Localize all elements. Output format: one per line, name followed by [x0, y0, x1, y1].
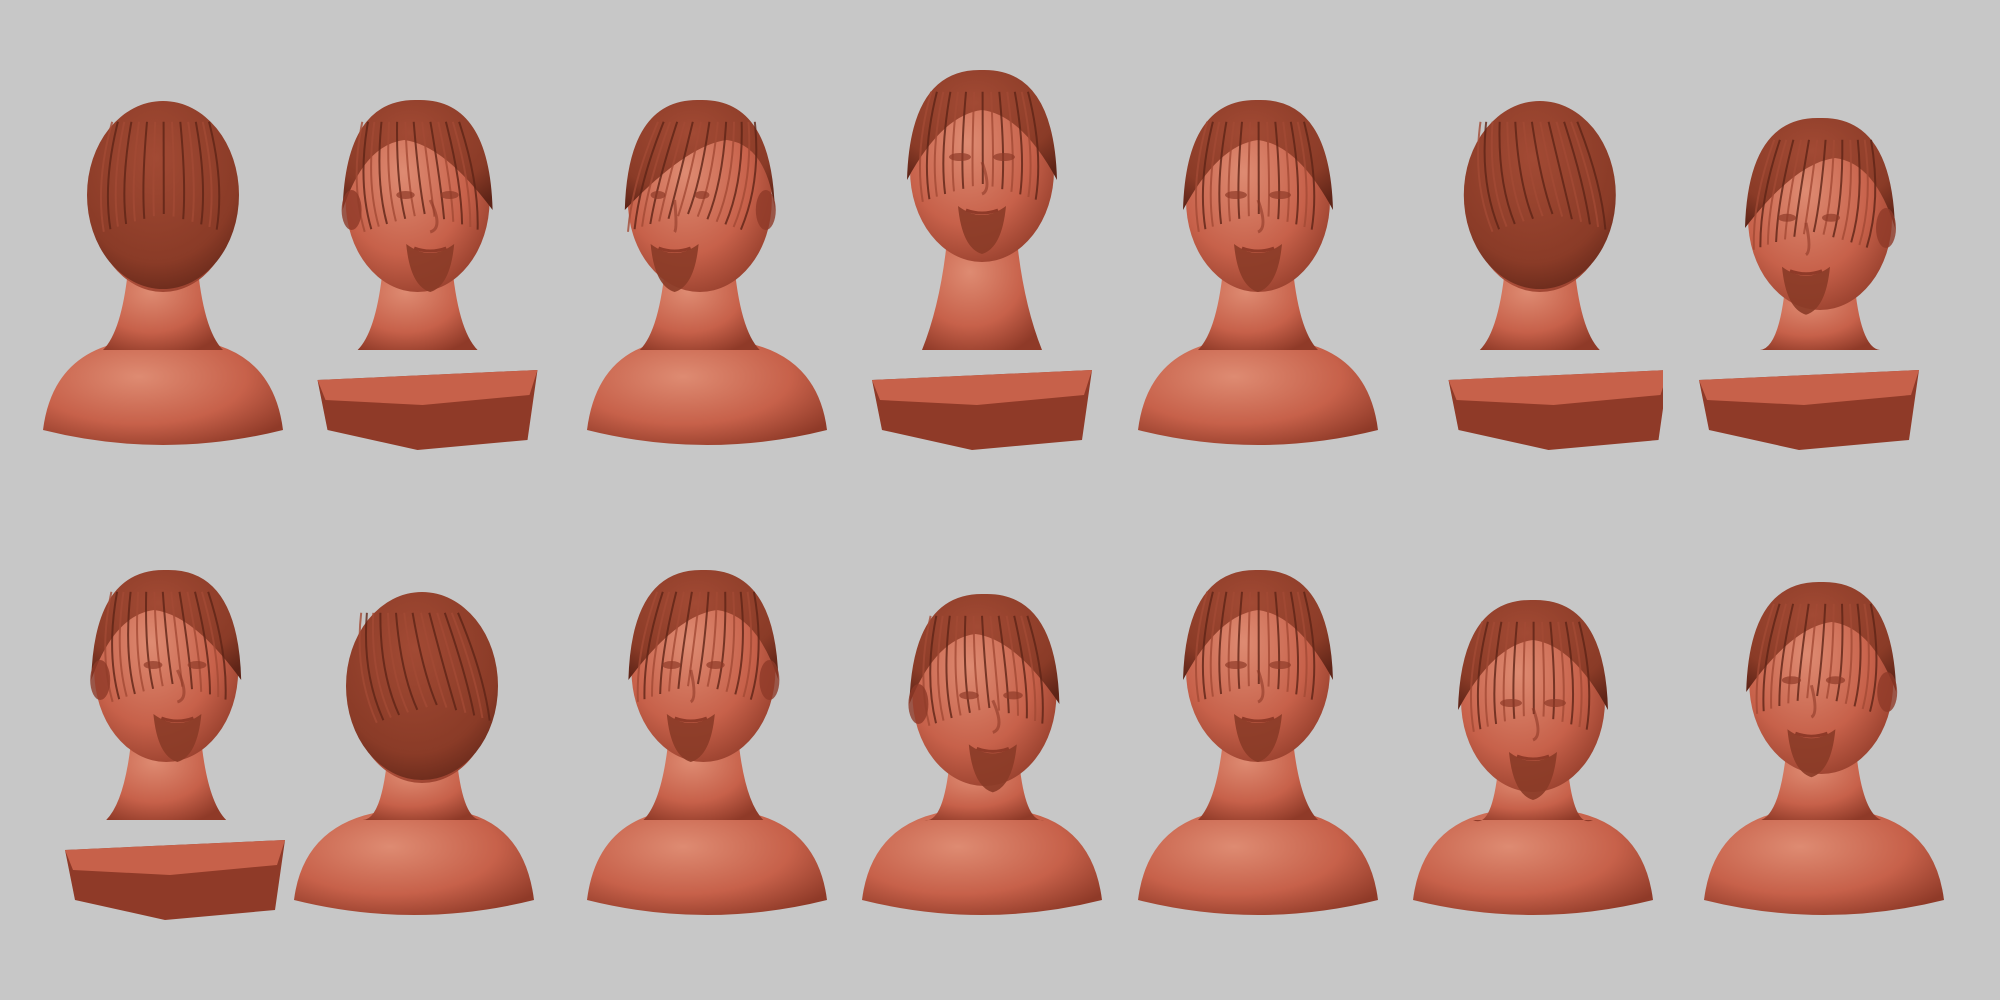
bust-base	[1699, 370, 1919, 450]
render-row-top	[0, 50, 2000, 510]
bust-base	[872, 370, 1092, 450]
ear	[908, 684, 929, 724]
bust-render-look-down	[1403, 520, 1663, 980]
bust-base	[43, 340, 283, 445]
ear	[90, 660, 111, 700]
bust-sculpt	[1704, 581, 1944, 915]
bust-render-back	[33, 50, 293, 510]
bust-render-look-up	[852, 50, 1112, 510]
eye	[694, 191, 710, 199]
bust-base	[587, 340, 827, 445]
eye	[1269, 191, 1291, 199]
eye	[1822, 213, 1840, 222]
bust-base	[1138, 340, 1378, 445]
eye	[1544, 699, 1566, 707]
eye	[1500, 699, 1522, 707]
eye	[440, 191, 459, 199]
eye	[1225, 661, 1247, 669]
bust-render-front	[1128, 520, 1388, 980]
bust-base	[1413, 810, 1653, 915]
hair	[1463, 101, 1616, 289]
eye	[662, 661, 681, 669]
bust-render-three-quarter-right	[284, 50, 544, 510]
eye	[706, 661, 725, 669]
bust-render-top-back	[284, 520, 544, 980]
bust-render-front	[1128, 50, 1388, 510]
eye	[949, 153, 971, 161]
render-row-bottom	[0, 520, 2000, 980]
eye	[396, 191, 415, 199]
ear	[1876, 208, 1896, 248]
eye	[1225, 191, 1247, 199]
bust-render-three-quarter-left	[577, 520, 837, 980]
bust-base	[1704, 810, 1944, 915]
bust-sculpt	[1138, 99, 1378, 445]
bust-sculpt	[43, 101, 283, 445]
bust-sculpt	[872, 69, 1092, 450]
eye	[1003, 691, 1023, 700]
bust-render-back-three-quarter	[1403, 50, 1663, 510]
bust-render-three-quarter-right	[33, 520, 293, 980]
bust-sculpt	[587, 569, 827, 915]
bust-render-profile-left	[577, 50, 837, 510]
bust-sculpt	[1448, 101, 1663, 450]
bust-render-tilted-down-left	[1694, 50, 1954, 510]
eye	[143, 661, 163, 669]
bust-sculpt	[862, 593, 1102, 915]
eye	[1781, 676, 1802, 685]
bust-sculpt	[1699, 117, 1919, 450]
eye	[1269, 661, 1291, 669]
bust-render-three-quarter-left-down	[1694, 520, 1954, 980]
viewport-canvas	[0, 0, 2000, 1000]
bust-sculpt	[587, 99, 827, 445]
bust-render-look-down-right	[852, 520, 1112, 980]
ear	[759, 660, 780, 700]
eye	[187, 661, 207, 669]
bust-base	[65, 840, 285, 920]
bust-base	[294, 810, 534, 915]
ear	[341, 190, 362, 230]
bust-sculpt	[317, 99, 538, 450]
bust-sculpt	[65, 569, 285, 920]
bust-sculpt	[294, 592, 534, 915]
bust-base	[587, 810, 827, 915]
eye	[993, 153, 1015, 161]
ear	[1877, 672, 1898, 712]
eye	[959, 691, 979, 700]
bust-base	[1138, 810, 1378, 915]
bust-base	[317, 370, 538, 450]
eye	[650, 191, 666, 199]
eye	[1825, 676, 1846, 685]
bust-base	[862, 810, 1102, 915]
hair	[346, 592, 498, 780]
hair	[87, 101, 239, 289]
bust-sculpt	[1413, 599, 1653, 915]
bust-sculpt	[1138, 569, 1378, 915]
eye	[1778, 213, 1796, 222]
ear	[755, 190, 776, 230]
bust-base	[1448, 370, 1663, 450]
